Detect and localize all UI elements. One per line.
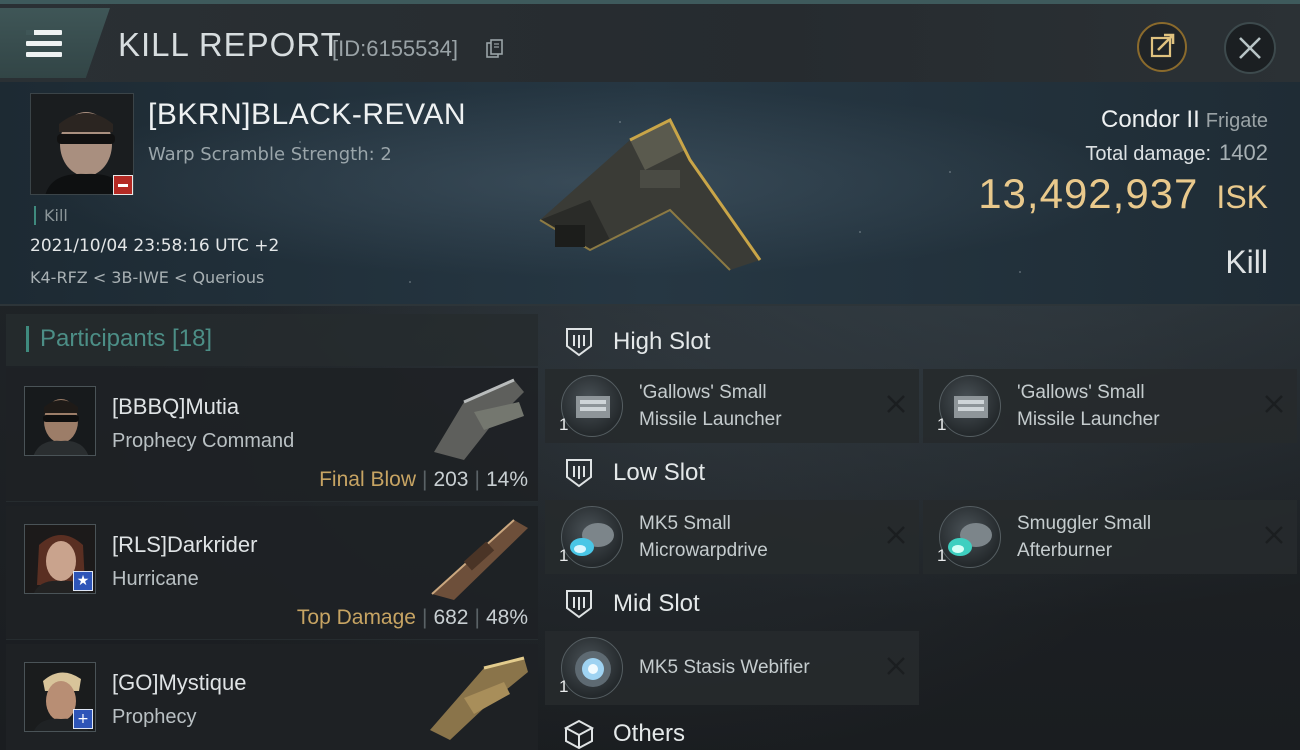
participant-name[interactable]: [RLS]Darkrider [112,532,257,558]
module-name-line2: Missile Launcher [639,409,782,430]
plus-badge-icon: + [73,709,93,729]
participant-row[interactable]: + [GO]Mystique Prophecy [6,644,538,750]
remove-icon[interactable] [885,655,907,677]
module-card[interactable]: 1 'Gallows' Small Missile Launcher [923,369,1297,443]
kill-datetime: 2021/10/04 23:58:16 UTC +2 [30,236,280,256]
participant-ship: Prophecy [112,706,197,728]
mid-slot-title: Mid Slot [613,590,700,617]
module-quantity: 1 [937,546,947,565]
participant-row[interactable]: ★ [RLS]Darkrider Hurricane Top Damage | 68… [6,506,538,640]
module-card[interactable]: 1 MK5 Stasis Webifier [545,631,919,705]
module-name-line1: MK5 Small [639,513,731,534]
participant-name[interactable]: [BBBQ]Mutia [112,394,239,420]
participant-percent: 14% [485,468,528,491]
star-badge-icon: ★ [73,571,93,591]
participants-title[interactable]: Participants [18] [40,325,212,353]
victim-ship-name[interactable]: Condor II [1101,106,1200,133]
hamburger-icon [26,30,62,63]
missile-launcher-icon [561,375,623,437]
module-quantity: 1 [559,546,569,565]
remove-icon[interactable] [885,524,907,546]
high-slot-icon [566,328,592,357]
module-card[interactable]: 1 Smuggler Small Afterburner [923,500,1297,574]
mid-slot-header: Mid Slot [545,578,925,630]
mid-slot-icon [566,590,592,619]
corp-status-badge [113,175,133,195]
remove-icon[interactable] [885,393,907,415]
participant-row[interactable]: [BBBQ]Mutia Prophecy Command Final Blow |… [6,368,538,502]
module-name-line1: Smuggler Small [1017,513,1152,534]
remove-icon[interactable] [1263,393,1285,415]
high-slot-title: High Slot [613,328,711,355]
high-slot-header: High Slot [545,316,925,368]
participant-ship-render [434,378,524,460]
participant-portrait[interactable] [24,386,96,456]
kill-tag: Kill [34,206,68,225]
kill-result-label: Kill [1225,244,1268,280]
isk-value: 13,492,937 [978,170,1199,217]
module-name-line1: 'Gallows' Small [639,382,767,403]
participant-name[interactable]: [GO]Mystique [112,670,246,696]
participant-tag: Final Blow [319,468,416,491]
menu-button[interactable] [0,8,110,78]
cargo-box-icon [563,719,595,750]
victim-ship-class: Frigate [1205,110,1268,132]
module-quantity: 1 [559,677,569,696]
participant-ship: Hurricane [112,568,199,590]
low-slot-header: Low Slot [545,447,925,499]
share-icon [1150,33,1175,58]
total-damage-value: 1402 [1219,140,1268,165]
participant-ship-render [430,656,528,740]
module-quantity: 1 [937,415,947,434]
share-button[interactable] [1137,22,1187,72]
total-damage-label: Total damage: [1085,143,1212,165]
afterburner-icon [939,506,1001,568]
page-title: KILL REPORT [118,26,342,63]
isk-unit: ISK [1216,179,1268,215]
module-name-line2: Microwarpdrive [639,540,768,561]
participant-tag: Top Damage [296,606,416,629]
participant-damage: 682 [433,606,469,629]
victim-subtitle: Warp Scramble Strength: 2 [148,144,392,165]
close-icon [1239,37,1261,59]
module-name: MK5 Stasis Webifier [639,657,810,678]
top-bar: KILL REPORT [ID:6155534] [0,0,1300,82]
victim-ship-render [539,117,762,271]
kill-location[interactable]: K4-RFZ < 3B-IWE < Querious [30,268,264,287]
participant-ship-render [431,519,528,600]
remove-icon[interactable] [1263,524,1285,546]
module-name-line2: Missile Launcher [1017,409,1160,430]
participant-percent: 48% [485,606,528,629]
module-card[interactable]: 1 'Gallows' Small Missile Launcher [545,369,919,443]
victim-banner: [BKRN]BLACK-REVAN Warp Scramble Strength… [0,82,1300,306]
pilot-avatar [25,387,95,455]
participant-ship: Prophecy Command [112,430,295,452]
others-title: Others [613,720,686,747]
module-name-line2: Afterburner [1017,540,1113,561]
low-slot-title: Low Slot [613,459,706,486]
close-button[interactable] [1224,22,1276,74]
module-card[interactable]: 1 MK5 Small Microwarpdrive [545,500,919,574]
stasis-webifier-icon [561,637,623,699]
microwarpdrive-icon [561,506,623,568]
copy-icon[interactable] [486,39,504,59]
victim-name[interactable]: [BKRN]BLACK-REVAN [148,98,466,132]
kill-id: [ID:6155534] [332,36,458,61]
participants-header: Participants [18] [6,314,538,366]
module-name-line1: 'Gallows' Small [1017,382,1145,403]
others-header: Others [545,710,925,750]
participant-damage: 203 [433,468,469,491]
low-slot-icon [566,459,592,488]
module-quantity: 1 [559,415,569,434]
missile-launcher-icon [939,375,1001,437]
